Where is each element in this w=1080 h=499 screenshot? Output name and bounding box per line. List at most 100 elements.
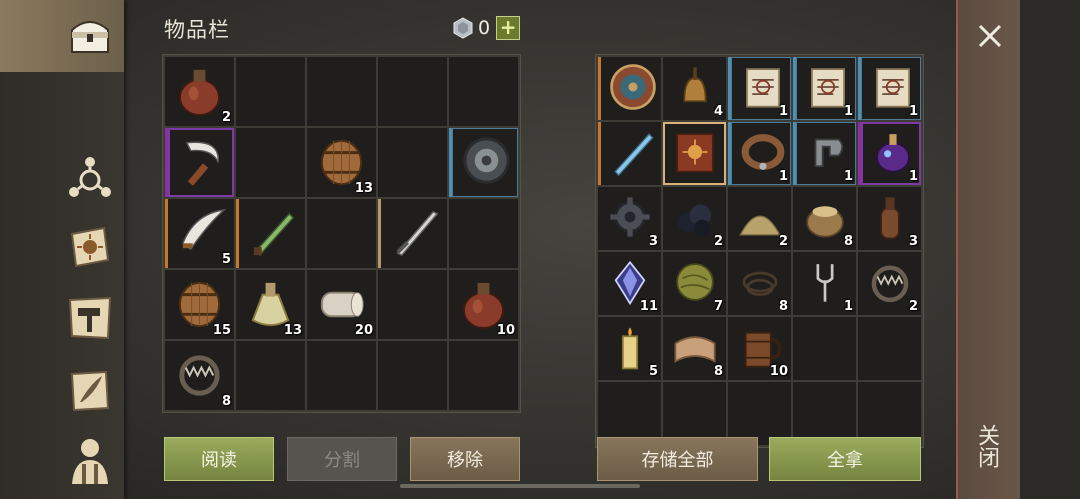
rope-icon <box>742 271 778 296</box>
sun-book-icon <box>676 133 714 173</box>
inventory-slot[interactable] <box>378 341 447 410</box>
storage-slot[interactable] <box>663 122 726 185</box>
storage-slot[interactable]: 8 <box>663 317 726 380</box>
barrel-icon <box>178 281 221 328</box>
storage-slot[interactable]: 8 <box>728 252 791 315</box>
feather-scroll-icon <box>70 370 110 412</box>
storage-slot[interactable]: 1 <box>728 122 791 185</box>
inventory-slot[interactable]: 20 <box>307 270 376 339</box>
page-title: 物品栏 <box>164 18 230 42</box>
storage-slot[interactable] <box>663 382 726 445</box>
split-button[interactable]: 分割 <box>287 437 397 481</box>
inventory-slot[interactable] <box>236 128 305 197</box>
storage-slot[interactable] <box>858 317 921 380</box>
storage-slot[interactable]: 1 <box>793 122 856 185</box>
item-count: 15 <box>212 323 231 338</box>
item-count: 8 <box>221 394 231 409</box>
storage-slot[interactable]: 1 <box>858 122 921 185</box>
inventory-slot[interactable] <box>307 341 376 410</box>
store-all-button[interactable]: 存储全部 <box>597 437 758 481</box>
inventory-slot[interactable] <box>378 57 447 126</box>
storage-slot[interactable] <box>598 382 661 445</box>
inventory-slot[interactable] <box>165 128 234 197</box>
inventory-slot[interactable] <box>236 57 305 126</box>
storage-slot[interactable]: 2 <box>858 252 921 315</box>
item-count: 7 <box>713 299 723 314</box>
item-count: 8 <box>843 234 853 249</box>
inventory-slot[interactable] <box>307 57 376 126</box>
storage-slot[interactable]: 3 <box>858 187 921 250</box>
inventory-slot[interactable]: 5 <box>165 199 234 268</box>
storage-slot[interactable]: 3 <box>598 187 661 250</box>
chest-tab[interactable] <box>62 8 118 64</box>
inventory-slot[interactable] <box>449 128 518 197</box>
inventory-grid: 2 13 5 15 13 20 10 8 <box>162 54 521 413</box>
storage-slot[interactable]: 8 <box>793 187 856 250</box>
storage-slot[interactable]: 1 <box>858 57 921 120</box>
inventory-slot[interactable]: 10 <box>449 270 518 339</box>
character-tab[interactable] <box>62 432 118 488</box>
ice-sword-icon <box>614 133 654 177</box>
item-count: 3 <box>908 234 918 249</box>
item-count: 1 <box>843 104 853 119</box>
storage-slot[interactable] <box>858 382 921 445</box>
journal-tab[interactable] <box>62 220 118 276</box>
take-all-button[interactable]: 全拿 <box>769 437 921 481</box>
inventory-slot[interactable] <box>378 270 447 339</box>
storage-slot[interactable]: 1 <box>728 57 791 120</box>
storage-slot[interactable]: 1 <box>793 57 856 120</box>
inventory-slot[interactable] <box>378 128 447 197</box>
close-panel[interactable]: 关闭 <box>956 0 1024 499</box>
close-label: 关闭 <box>974 424 999 468</box>
gem-icon <box>453 17 473 39</box>
inventory-slot[interactable]: 2 <box>165 57 234 126</box>
inventory-slot[interactable]: 13 <box>307 128 376 197</box>
right-edge <box>1020 0 1080 499</box>
storage-slot[interactable]: 7 <box>663 252 726 315</box>
scrollbar[interactable] <box>400 484 640 488</box>
storage-slot[interactable] <box>793 382 856 445</box>
storage-slot[interactable]: 11 <box>598 252 661 315</box>
storage-slot[interactable]: 2 <box>728 187 791 250</box>
shield-icon <box>463 137 510 184</box>
item-count: 10 <box>769 364 788 379</box>
read-button[interactable]: 阅读 <box>164 437 274 481</box>
build-tab[interactable] <box>62 290 118 346</box>
storage-slot[interactable]: 5 <box>598 317 661 380</box>
sun-book-icon <box>70 226 110 268</box>
inventory-slot[interactable]: 15 <box>165 270 234 339</box>
item-count: 2 <box>713 234 723 249</box>
storage-slot[interactable] <box>598 57 661 120</box>
quest-tab[interactable] <box>62 362 118 418</box>
add-currency-button[interactable]: + <box>496 16 521 40</box>
inventory-slot[interactable] <box>449 199 518 268</box>
item-count: 5 <box>648 364 658 379</box>
inventory-slot[interactable] <box>378 199 447 268</box>
inventory-slot[interactable] <box>449 57 518 126</box>
inventory-slot[interactable] <box>236 341 305 410</box>
inventory-slot[interactable] <box>449 341 518 410</box>
storage-slot[interactable]: 4 <box>663 57 726 120</box>
storage-slot[interactable]: 1 <box>793 252 856 315</box>
gear-icon <box>610 197 650 237</box>
crafting-tab[interactable] <box>62 150 118 206</box>
potion-icon <box>251 282 290 327</box>
storage-slot[interactable] <box>793 317 856 380</box>
storage-slot[interactable] <box>598 122 661 185</box>
storage-grid: 4 1 1 1 1 1 1 3 2 2 8 3 11 7 8 1 2 5 8 10 <box>595 54 924 448</box>
character-icon <box>72 439 108 484</box>
item-count: 4 <box>713 104 723 119</box>
inventory-slot[interactable] <box>236 199 305 268</box>
inventory-slot[interactable]: 8 <box>165 341 234 410</box>
remove-button[interactable]: 移除 <box>410 437 520 481</box>
item-count: 1 <box>843 169 853 184</box>
item-count: 20 <box>354 323 373 338</box>
storage-slot[interactable] <box>728 382 791 445</box>
close-icon[interactable] <box>972 18 1008 54</box>
storage-slot[interactable]: 10 <box>728 317 791 380</box>
inventory-slot[interactable] <box>307 199 376 268</box>
item-count: 13 <box>354 181 373 196</box>
storage-slot[interactable]: 2 <box>663 187 726 250</box>
flask-icon <box>462 282 505 330</box>
inventory-slot[interactable]: 13 <box>236 270 305 339</box>
